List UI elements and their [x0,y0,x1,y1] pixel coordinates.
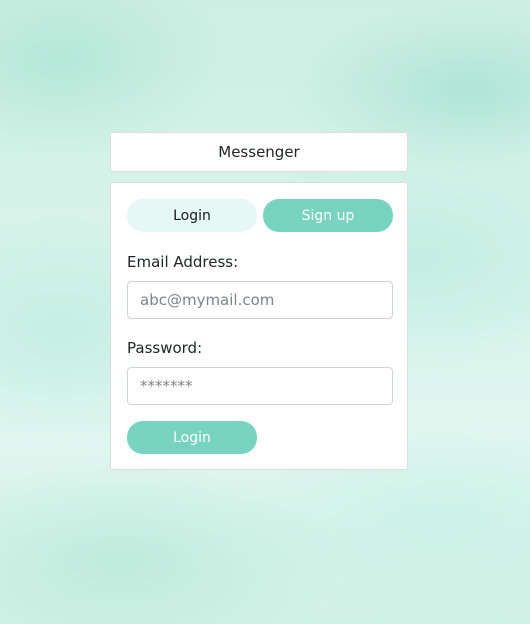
password-label: Password: [127,339,203,357]
email-label: Email Address: [127,253,239,271]
email-field[interactable] [127,281,393,319]
app-header: Messenger [110,132,408,172]
tab-signup[interactable]: Sign up [263,199,393,232]
login-button[interactable]: Login [127,421,257,454]
tab-login[interactable]: Login [127,199,257,232]
page-title: Messenger [218,143,300,161]
login-form-card: Login Sign up Email Address: Password: L… [110,182,408,470]
password-field[interactable] [127,367,393,405]
